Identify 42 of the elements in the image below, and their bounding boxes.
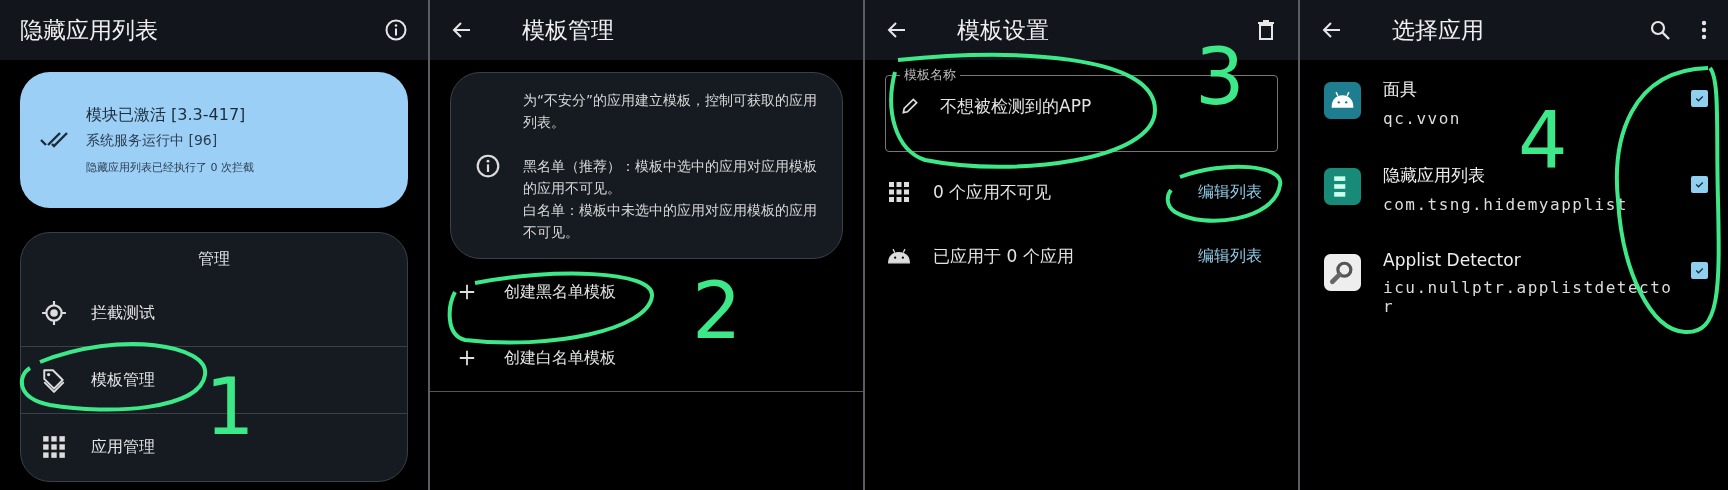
create-template-item[interactable]: 创建白名单模板 [450, 325, 628, 391]
android-app-icon [1324, 82, 1361, 119]
grid-icon [41, 434, 67, 460]
edit-list-link[interactable]: 编辑列表 [1198, 245, 1262, 267]
section-heading: 管理 [198, 249, 230, 270]
grid-icon [887, 180, 911, 204]
double-check-icon [40, 131, 70, 149]
annotation-number: 2 [692, 272, 742, 350]
list-app-icon [1324, 168, 1361, 205]
checkbox[interactable] [1691, 90, 1708, 107]
more-icon[interactable] [1700, 18, 1708, 42]
pencil-icon [900, 96, 920, 116]
info-text: 黑名单（推荐）：模板中选中的应用对应用模板的应用不可见。 [523, 156, 818, 198]
info-text: 白名单：模板中未选中的应用对应用模板的应用不可见。 [523, 200, 818, 242]
screen-title: 隐藏应用列表 [20, 15, 159, 45]
plus-icon [458, 283, 476, 301]
package-name: qc.vvon [1383, 109, 1462, 128]
checkbox[interactable] [1691, 176, 1708, 193]
screen-title: 模板管理 [522, 15, 615, 45]
info-icon[interactable] [384, 18, 408, 42]
checkbox[interactable] [1691, 262, 1708, 279]
screen-title: 模板设置 [957, 15, 1050, 45]
app-name: 面具 [1383, 78, 1418, 101]
service-status: 系统服务运行中 [96] [86, 132, 219, 150]
app-name: 隐藏应用列表 [1383, 164, 1486, 187]
info-icon [475, 152, 501, 179]
info-text: 为“不安分”的应用建立模板，控制可获取的应用列表。 [523, 90, 818, 132]
menu-item[interactable]: 拦截测试 [21, 280, 407, 346]
plus-icon [458, 349, 476, 367]
search-icon[interactable] [1648, 18, 1672, 42]
app-name: Applist Detector [1383, 250, 1522, 270]
screen-title: 选择应用 [1392, 15, 1485, 45]
status-title: 模块已激活 [3.3-417] [86, 105, 247, 126]
annotation-number: 4 [1518, 102, 1568, 180]
row-text: 0 个应用不可见 [933, 180, 1053, 204]
row-text: 已应用于 0 个应用 [933, 244, 1075, 268]
target-icon [41, 300, 67, 326]
create-template-item[interactable]: 创建黑名单模板 [450, 259, 628, 325]
tag-icon [41, 367, 67, 393]
block-count: 隐藏应用列表已经执行了 0 次拦截 [86, 160, 254, 175]
magnifier-app-icon [1324, 254, 1361, 291]
edit-list-link[interactable]: 编辑列表 [1198, 181, 1262, 203]
